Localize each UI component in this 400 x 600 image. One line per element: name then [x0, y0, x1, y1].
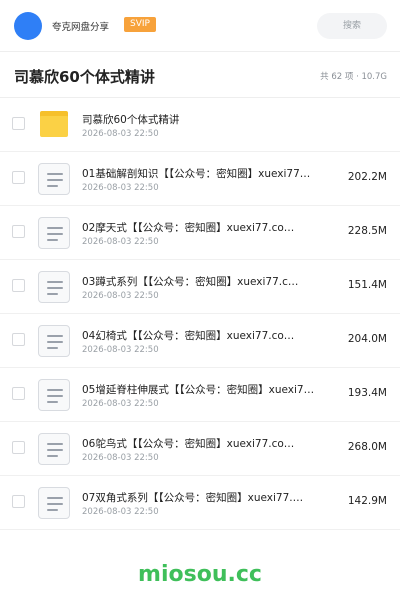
item-date: 2026-08-03 22:50 — [82, 345, 159, 355]
item-size: 193.4M — [347, 387, 387, 399]
item-date: 2026-08-03 22:50 — [82, 453, 159, 463]
list-item[interactable]: 06鸵鸟式【【公众号：密知圈】xuexi77.co… 2026-08-03 22… — [0, 422, 400, 476]
file-icon — [38, 325, 70, 357]
item-size: 202.2M — [347, 171, 387, 183]
item-date: 2026-08-03 22:50 — [82, 129, 159, 139]
row-checkbox[interactable] — [12, 333, 25, 346]
folder-summary: 共 62 项 · 10.7G — [320, 72, 387, 82]
svip-badge: SVIP — [124, 17, 156, 32]
item-size: 228.5M — [347, 225, 387, 237]
row-checkbox[interactable] — [12, 495, 25, 508]
item-date: 2026-08-03 22:50 — [82, 237, 159, 247]
item-name: 02摩天式【【公众号：密知圈】xuexi77.co… — [82, 222, 295, 234]
item-size: 204.0M — [347, 333, 387, 345]
item-date: 2026-08-03 22:50 — [82, 291, 159, 301]
file-icon — [38, 163, 70, 195]
list-item[interactable]: 07双角式系列【【公众号：密知圈】xuexi77.… 2026-08-03 22… — [0, 476, 400, 530]
file-list: 司慕欣60个体式精讲 2026-08-03 22:50 01基础解剖知识【【公众… — [0, 98, 400, 530]
row-checkbox[interactable] — [12, 171, 25, 184]
folder-icon — [38, 109, 70, 141]
item-date: 2026-08-03 22:50 — [82, 183, 159, 193]
item-date: 2026-08-03 22:50 — [82, 507, 159, 517]
list-item[interactable]: 04幻椅式【【公众号：密知圈】xuexi77.co… 2026-08-03 22… — [0, 314, 400, 368]
brand-label: 夸克网盘分享 — [52, 22, 110, 33]
item-size: 142.9M — [347, 495, 387, 507]
page-title: 司慕欣60个体式精讲 — [14, 68, 155, 86]
file-icon — [38, 379, 70, 411]
item-name: 司慕欣60个体式精讲 — [82, 114, 180, 126]
folder-title-bar: 司慕欣60个体式精讲 共 62 项 · 10.7G — [0, 52, 400, 98]
row-checkbox[interactable] — [12, 441, 25, 454]
file-icon — [38, 433, 70, 465]
item-name: 01基础解剖知识【【公众号：密知圈】xuexi77… — [82, 168, 311, 180]
list-item[interactable]: 05增延脊柱伸展式【【公众号：密知圈】xuexi7… 2026-08-03 22… — [0, 368, 400, 422]
item-size: 268.0M — [347, 441, 387, 453]
avatar[interactable] — [14, 12, 42, 40]
item-name: 07双角式系列【【公众号：密知圈】xuexi77.… — [82, 492, 304, 504]
row-checkbox[interactable] — [12, 387, 25, 400]
list-item[interactable]: 03蹲式系列【【公众号：密知圈】xuexi77.c… 2026-08-03 22… — [0, 260, 400, 314]
search-input[interactable]: 搜索 — [317, 13, 387, 39]
item-name: 03蹲式系列【【公众号：密知圈】xuexi77.c… — [82, 276, 299, 288]
file-icon — [38, 217, 70, 249]
row-checkbox[interactable] — [12, 279, 25, 292]
list-item[interactable]: 02摩天式【【公众号：密知圈】xuexi77.co… 2026-08-03 22… — [0, 206, 400, 260]
list-item[interactable]: 01基础解剖知识【【公众号：密知圈】xuexi77… 2026-08-03 22… — [0, 152, 400, 206]
file-icon — [38, 487, 70, 519]
row-checkbox[interactable] — [12, 225, 25, 238]
file-icon — [38, 271, 70, 303]
item-size: 151.4M — [347, 279, 387, 291]
item-name: 05增延脊柱伸展式【【公众号：密知圈】xuexi7… — [82, 384, 315, 396]
row-checkbox[interactable] — [12, 117, 25, 130]
item-name: 04幻椅式【【公众号：密知圈】xuexi77.co… — [82, 330, 295, 342]
app-header: 夸克网盘分享 SVIP 搜索 — [0, 0, 400, 52]
list-item[interactable]: 司慕欣60个体式精讲 2026-08-03 22:50 — [0, 98, 400, 152]
item-date: 2026-08-03 22:50 — [82, 399, 159, 409]
item-name: 06鸵鸟式【【公众号：密知圈】xuexi77.co… — [82, 438, 295, 450]
watermark-text: miosou.cc — [138, 562, 262, 587]
